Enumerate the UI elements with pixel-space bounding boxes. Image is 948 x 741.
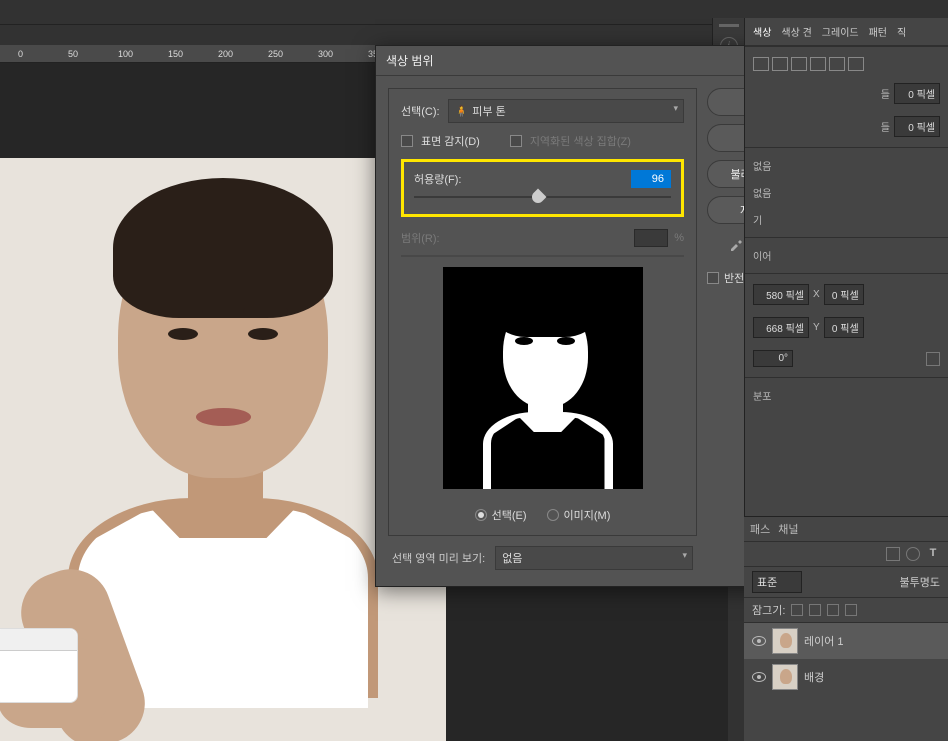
localized-label: 지역화된 색상 집합(Z) bbox=[530, 133, 631, 149]
filter-adjust-icon[interactable] bbox=[906, 547, 920, 561]
fuzziness-slider[interactable] bbox=[414, 196, 671, 198]
hyphen2-value: 없음 bbox=[753, 185, 771, 200]
invert-checkbox[interactable] bbox=[707, 272, 719, 284]
radio-image[interactable]: 이미지(M) bbox=[547, 507, 611, 523]
paths-tab[interactable]: 패스 bbox=[750, 521, 770, 537]
layer-name[interactable]: 레이어 1 bbox=[804, 633, 844, 649]
preview-mode-label: 선택 영역 미리 보기: bbox=[392, 550, 485, 566]
justify-right-icon[interactable] bbox=[848, 57, 864, 71]
height-input[interactable]: 668 픽셀 bbox=[753, 317, 809, 338]
fuzziness-input[interactable]: 96 bbox=[631, 170, 671, 188]
align-right-icon[interactable] bbox=[791, 57, 807, 71]
indent-label: 들 bbox=[881, 86, 890, 101]
fuzziness-highlight: 허용량(F): 96 bbox=[401, 159, 684, 217]
align-left-icon[interactable] bbox=[753, 57, 769, 71]
radio-unchecked-icon bbox=[547, 509, 559, 521]
panel-grip-icon[interactable] bbox=[719, 24, 739, 27]
blend-mode-select[interactable]: 표준 bbox=[752, 571, 802, 593]
indent2-label: 들 bbox=[881, 119, 890, 134]
indent-input[interactable]: 0 픽셀 bbox=[894, 83, 940, 104]
x-label: X bbox=[813, 289, 820, 300]
range-input bbox=[634, 229, 668, 247]
detect-faces-label: 표면 감지(D) bbox=[421, 133, 480, 149]
indent2-input[interactable]: 0 픽셀 bbox=[894, 116, 940, 137]
radio-selection[interactable]: 선택(E) bbox=[475, 507, 527, 523]
layers-panel-tabs[interactable]: 패스 채널 bbox=[744, 517, 948, 542]
eyedropper-icon[interactable] bbox=[728, 236, 744, 252]
y-label: Y bbox=[813, 322, 820, 333]
channels-tab[interactable]: 채널 bbox=[778, 521, 798, 537]
layer-thumbnail[interactable] bbox=[772, 628, 798, 654]
dist-label: 분포 bbox=[753, 388, 771, 403]
layer-thumbnail[interactable] bbox=[772, 664, 798, 690]
width-input[interactable]: 580 픽셀 bbox=[753, 284, 809, 305]
preview-mode-dropdown[interactable]: 없음 bbox=[495, 546, 693, 570]
opacity-label: 불투명도 bbox=[900, 574, 940, 590]
visibility-icon[interactable] bbox=[752, 636, 766, 646]
person-standing-icon: 🧍 bbox=[455, 106, 469, 118]
lock-label: 잠그기: bbox=[752, 602, 785, 618]
dialog-options-panel: 선택(C): 🧍피부 톤 표면 감지(D) 지역화된 색상 집합(Z) 허용량(… bbox=[388, 88, 697, 536]
range-slider bbox=[401, 255, 684, 257]
gi-label: 기 bbox=[753, 212, 762, 227]
layers-panel: 패스 채널 T 표준 불투명도 잠그기: 레이어 1 배경 bbox=[744, 516, 948, 741]
lock-all-icon[interactable] bbox=[845, 604, 857, 616]
select-dropdown[interactable]: 🧍피부 톤 bbox=[448, 99, 684, 123]
y-input[interactable]: 0 픽셀 bbox=[824, 317, 864, 338]
range-unit: % bbox=[674, 232, 684, 244]
radio-checked-icon bbox=[475, 509, 487, 521]
justify-left-icon[interactable] bbox=[810, 57, 826, 71]
dialog-title-text: 색상 범위 bbox=[386, 52, 434, 69]
angle-input[interactable]: 0° bbox=[753, 350, 793, 367]
swatches-tabs[interactable]: 색상 색상 견 그레이드 패턴 직 bbox=[745, 18, 948, 46]
layer-row-1[interactable]: 레이어 1 bbox=[744, 623, 948, 659]
layer-name[interactable]: 배경 bbox=[804, 669, 824, 685]
fuzziness-label: 허용량(F): bbox=[414, 171, 461, 187]
filter-pixel-icon[interactable] bbox=[886, 547, 900, 561]
layer-row-bg[interactable]: 배경 bbox=[744, 659, 948, 695]
lock-position-icon[interactable] bbox=[809, 604, 821, 616]
flip-h-icon[interactable] bbox=[926, 352, 940, 366]
paragraph-align-icons[interactable] bbox=[745, 51, 948, 77]
x-input[interactable]: 0 픽셀 bbox=[824, 284, 864, 305]
justify-center-icon[interactable] bbox=[829, 57, 845, 71]
filter-type-icon[interactable]: T bbox=[926, 547, 940, 561]
lock-pixels-icon[interactable] bbox=[791, 604, 803, 616]
slider-thumb-icon[interactable] bbox=[530, 189, 547, 206]
detect-faces-checkbox[interactable] bbox=[401, 135, 413, 147]
selection-preview[interactable] bbox=[443, 267, 643, 489]
localized-checkbox bbox=[510, 135, 522, 147]
select-label: 선택(C): bbox=[401, 103, 440, 119]
person-figure bbox=[118, 198, 328, 478]
hyphen1-value: 없음 bbox=[753, 158, 771, 173]
align-center-icon[interactable] bbox=[772, 57, 788, 71]
layer-word: 이어 bbox=[753, 248, 771, 263]
visibility-icon[interactable] bbox=[752, 672, 766, 682]
range-label: 범위(R): bbox=[401, 230, 440, 246]
lock-artboard-icon[interactable] bbox=[827, 604, 839, 616]
